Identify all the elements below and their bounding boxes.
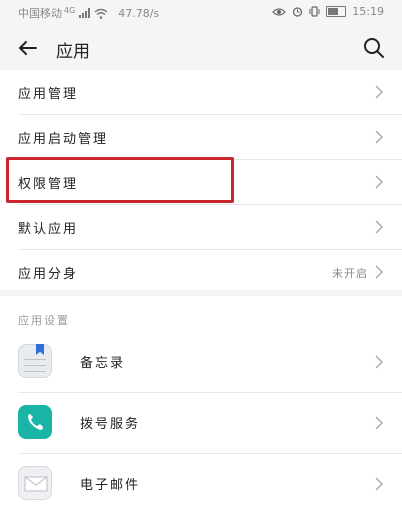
app-item-label: 电子邮件 xyxy=(80,478,141,493)
phone-icon xyxy=(18,405,52,439)
chevron-right-icon xyxy=(375,355,384,369)
app-item-email[interactable]: 电子邮件 xyxy=(18,454,402,514)
page-title: 应用 xyxy=(56,42,90,62)
chevron-right-icon xyxy=(375,265,384,279)
app-settings-card: 备忘录 拨号服务 电子邮件 xyxy=(0,296,402,517)
back-arrow-icon[interactable] xyxy=(14,34,42,62)
mail-icon xyxy=(18,466,52,500)
chevron-right-icon xyxy=(375,85,384,99)
chevron-right-icon xyxy=(375,416,384,430)
wifi-icon xyxy=(94,8,108,19)
menu-item-label: 应用启动管理 xyxy=(18,132,109,147)
permission-highlight-box xyxy=(6,157,234,203)
alarm-icon xyxy=(293,7,303,17)
app-item-memo[interactable]: 备忘录 xyxy=(18,332,402,393)
carrier-label: 中国移动 xyxy=(18,7,62,20)
chevron-right-icon xyxy=(375,220,384,234)
chevron-right-icon xyxy=(375,130,384,144)
app-item-label: 备忘录 xyxy=(80,356,126,371)
app-item-label: 拨号服务 xyxy=(80,417,141,432)
clock: 15:19 xyxy=(352,5,384,18)
menu-item-label: 默认应用 xyxy=(18,222,79,237)
menu-item-app-management[interactable]: 应用管理 xyxy=(18,70,402,115)
menu-item-app-twin[interactable]: 应用分身 未开启 xyxy=(18,250,402,294)
app-item-dialer[interactable]: 拨号服务 xyxy=(18,393,402,454)
menu-item-label: 应用管理 xyxy=(18,87,79,102)
chevron-right-icon xyxy=(375,175,384,189)
app-twin-status: 未开启 xyxy=(332,267,368,280)
app-bar: 应用 xyxy=(0,26,402,70)
menu-item-label: 应用分身 xyxy=(18,267,79,282)
network-speed: 47.78/s xyxy=(118,6,160,20)
memo-icon xyxy=(18,344,52,378)
network-type: 4G xyxy=(64,5,76,15)
section-title-app-settings: 应用设置 xyxy=(18,314,70,327)
status-bar: 中国移动 4G 47.78/s 15:19 xyxy=(0,0,402,24)
menu-item-default-apps[interactable]: 默认应用 xyxy=(18,205,402,250)
chevron-right-icon xyxy=(375,477,384,491)
eye-icon xyxy=(272,7,287,16)
signal-icon xyxy=(79,8,91,18)
vibrate-icon xyxy=(309,6,320,17)
battery-icon xyxy=(326,6,347,17)
search-icon[interactable] xyxy=(360,34,388,62)
menu-item-app-launch[interactable]: 应用启动管理 xyxy=(18,115,402,160)
